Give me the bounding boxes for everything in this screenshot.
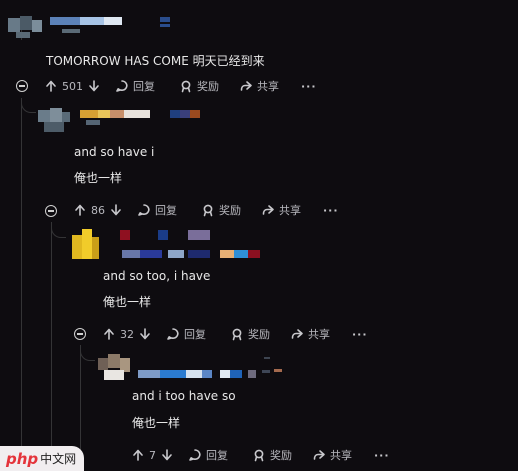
- more-options-button[interactable]: ···: [301, 80, 317, 93]
- watermark-suffix: 中文网: [40, 452, 77, 466]
- vote-count: 501: [62, 79, 83, 93]
- vote-count: 86: [91, 203, 105, 217]
- downvote-button[interactable]: [87, 79, 101, 93]
- comment-text: and so too, i have: [103, 269, 211, 283]
- avatar[interactable]: [98, 354, 132, 384]
- avatar[interactable]: [68, 229, 100, 261]
- more-options-button[interactable]: ···: [352, 328, 368, 341]
- arrow-down-icon[interactable]: [87, 79, 101, 93]
- more-options-button[interactable]: ···: [374, 449, 390, 462]
- award-icon: [232, 328, 242, 341]
- collapse-thread-button[interactable]: [45, 205, 57, 217]
- username[interactable]: [80, 109, 210, 127]
- comment-actions: 501 回复 奖励 共享 ···: [44, 75, 317, 97]
- comment-text: 俺也一样: [132, 416, 181, 430]
- watermark: php 中文网: [0, 446, 84, 471]
- username[interactable]: [138, 357, 288, 383]
- reply-button[interactable]: 回复: [137, 202, 177, 218]
- reply-button[interactable]: 回复: [166, 326, 206, 342]
- award-button[interactable]: 奖励: [230, 326, 270, 342]
- award-button[interactable]: 奖励: [179, 78, 219, 94]
- collapse-thread-button[interactable]: [16, 80, 28, 92]
- arrow-down-icon[interactable]: [109, 203, 123, 217]
- award-icon: [254, 449, 264, 462]
- award-icon: [203, 204, 213, 217]
- thread-line-level-0[interactable]: [21, 98, 22, 471]
- arrow-up-icon[interactable]: [73, 203, 87, 217]
- comment-actions: 32 回复 奖励 共享 ···: [102, 323, 368, 345]
- arrow-down-icon[interactable]: [138, 327, 152, 341]
- share-arrow-icon: [313, 450, 325, 460]
- comment-actions: 86 回复 奖励 共享 ···: [73, 199, 339, 221]
- arrow-up-icon[interactable]: [44, 79, 58, 93]
- share-arrow-icon: [291, 329, 303, 339]
- award-button[interactable]: 奖励: [201, 202, 241, 218]
- more-options-button[interactable]: ···: [323, 204, 339, 217]
- arrow-up-icon[interactable]: [131, 448, 145, 462]
- collapse-thread-button[interactable]: [74, 328, 86, 340]
- speech-bubble-icon: [189, 449, 201, 461]
- share-arrow-icon: [262, 205, 274, 215]
- upvote-button[interactable]: [102, 327, 116, 341]
- vote-count: 32: [120, 327, 134, 341]
- comment-text: and i too have so: [132, 389, 236, 403]
- upvote-button[interactable]: [44, 79, 58, 93]
- share-button[interactable]: 共享: [261, 202, 301, 218]
- arrow-down-icon[interactable]: [160, 448, 174, 462]
- comment-text: and so have i: [74, 145, 155, 159]
- username[interactable]: [50, 15, 180, 35]
- speech-bubble-icon: [138, 204, 150, 216]
- thread-connector: [51, 225, 66, 238]
- award-icon: [181, 80, 191, 93]
- username[interactable]: [108, 229, 268, 261]
- downvote-button[interactable]: [160, 448, 174, 462]
- comment-text: 俺也一样: [74, 171, 123, 185]
- arrow-up-icon[interactable]: [102, 327, 116, 341]
- reply-button[interactable]: 回复: [115, 78, 155, 94]
- downvote-button[interactable]: [109, 203, 123, 217]
- avatar[interactable]: [8, 14, 44, 40]
- share-button[interactable]: 共享: [312, 447, 352, 463]
- avatar[interactable]: [38, 106, 72, 134]
- reply-button[interactable]: 回复: [188, 447, 228, 463]
- award-button[interactable]: 奖励: [252, 447, 292, 463]
- thread-connector: [80, 348, 95, 361]
- thread-line-level-1[interactable]: [51, 222, 52, 471]
- watermark-brand: php: [6, 449, 39, 468]
- upvote-button[interactable]: [73, 203, 87, 217]
- downvote-button[interactable]: [138, 327, 152, 341]
- speech-bubble-icon: [167, 328, 179, 340]
- share-button[interactable]: 共享: [290, 326, 330, 342]
- share-button[interactable]: 共享: [239, 78, 279, 94]
- vote-count: 7: [149, 448, 156, 462]
- thread-connector: [21, 100, 36, 113]
- upvote-button[interactable]: [131, 448, 145, 462]
- share-arrow-icon: [240, 81, 252, 91]
- comment-text: 俺也一样: [103, 295, 152, 309]
- comment-actions: 7 回复 奖励 共享 ···: [131, 444, 390, 466]
- comment-text: TOMORROW HAS COME 明天已经到来: [46, 54, 265, 68]
- speech-bubble-icon: [116, 80, 128, 92]
